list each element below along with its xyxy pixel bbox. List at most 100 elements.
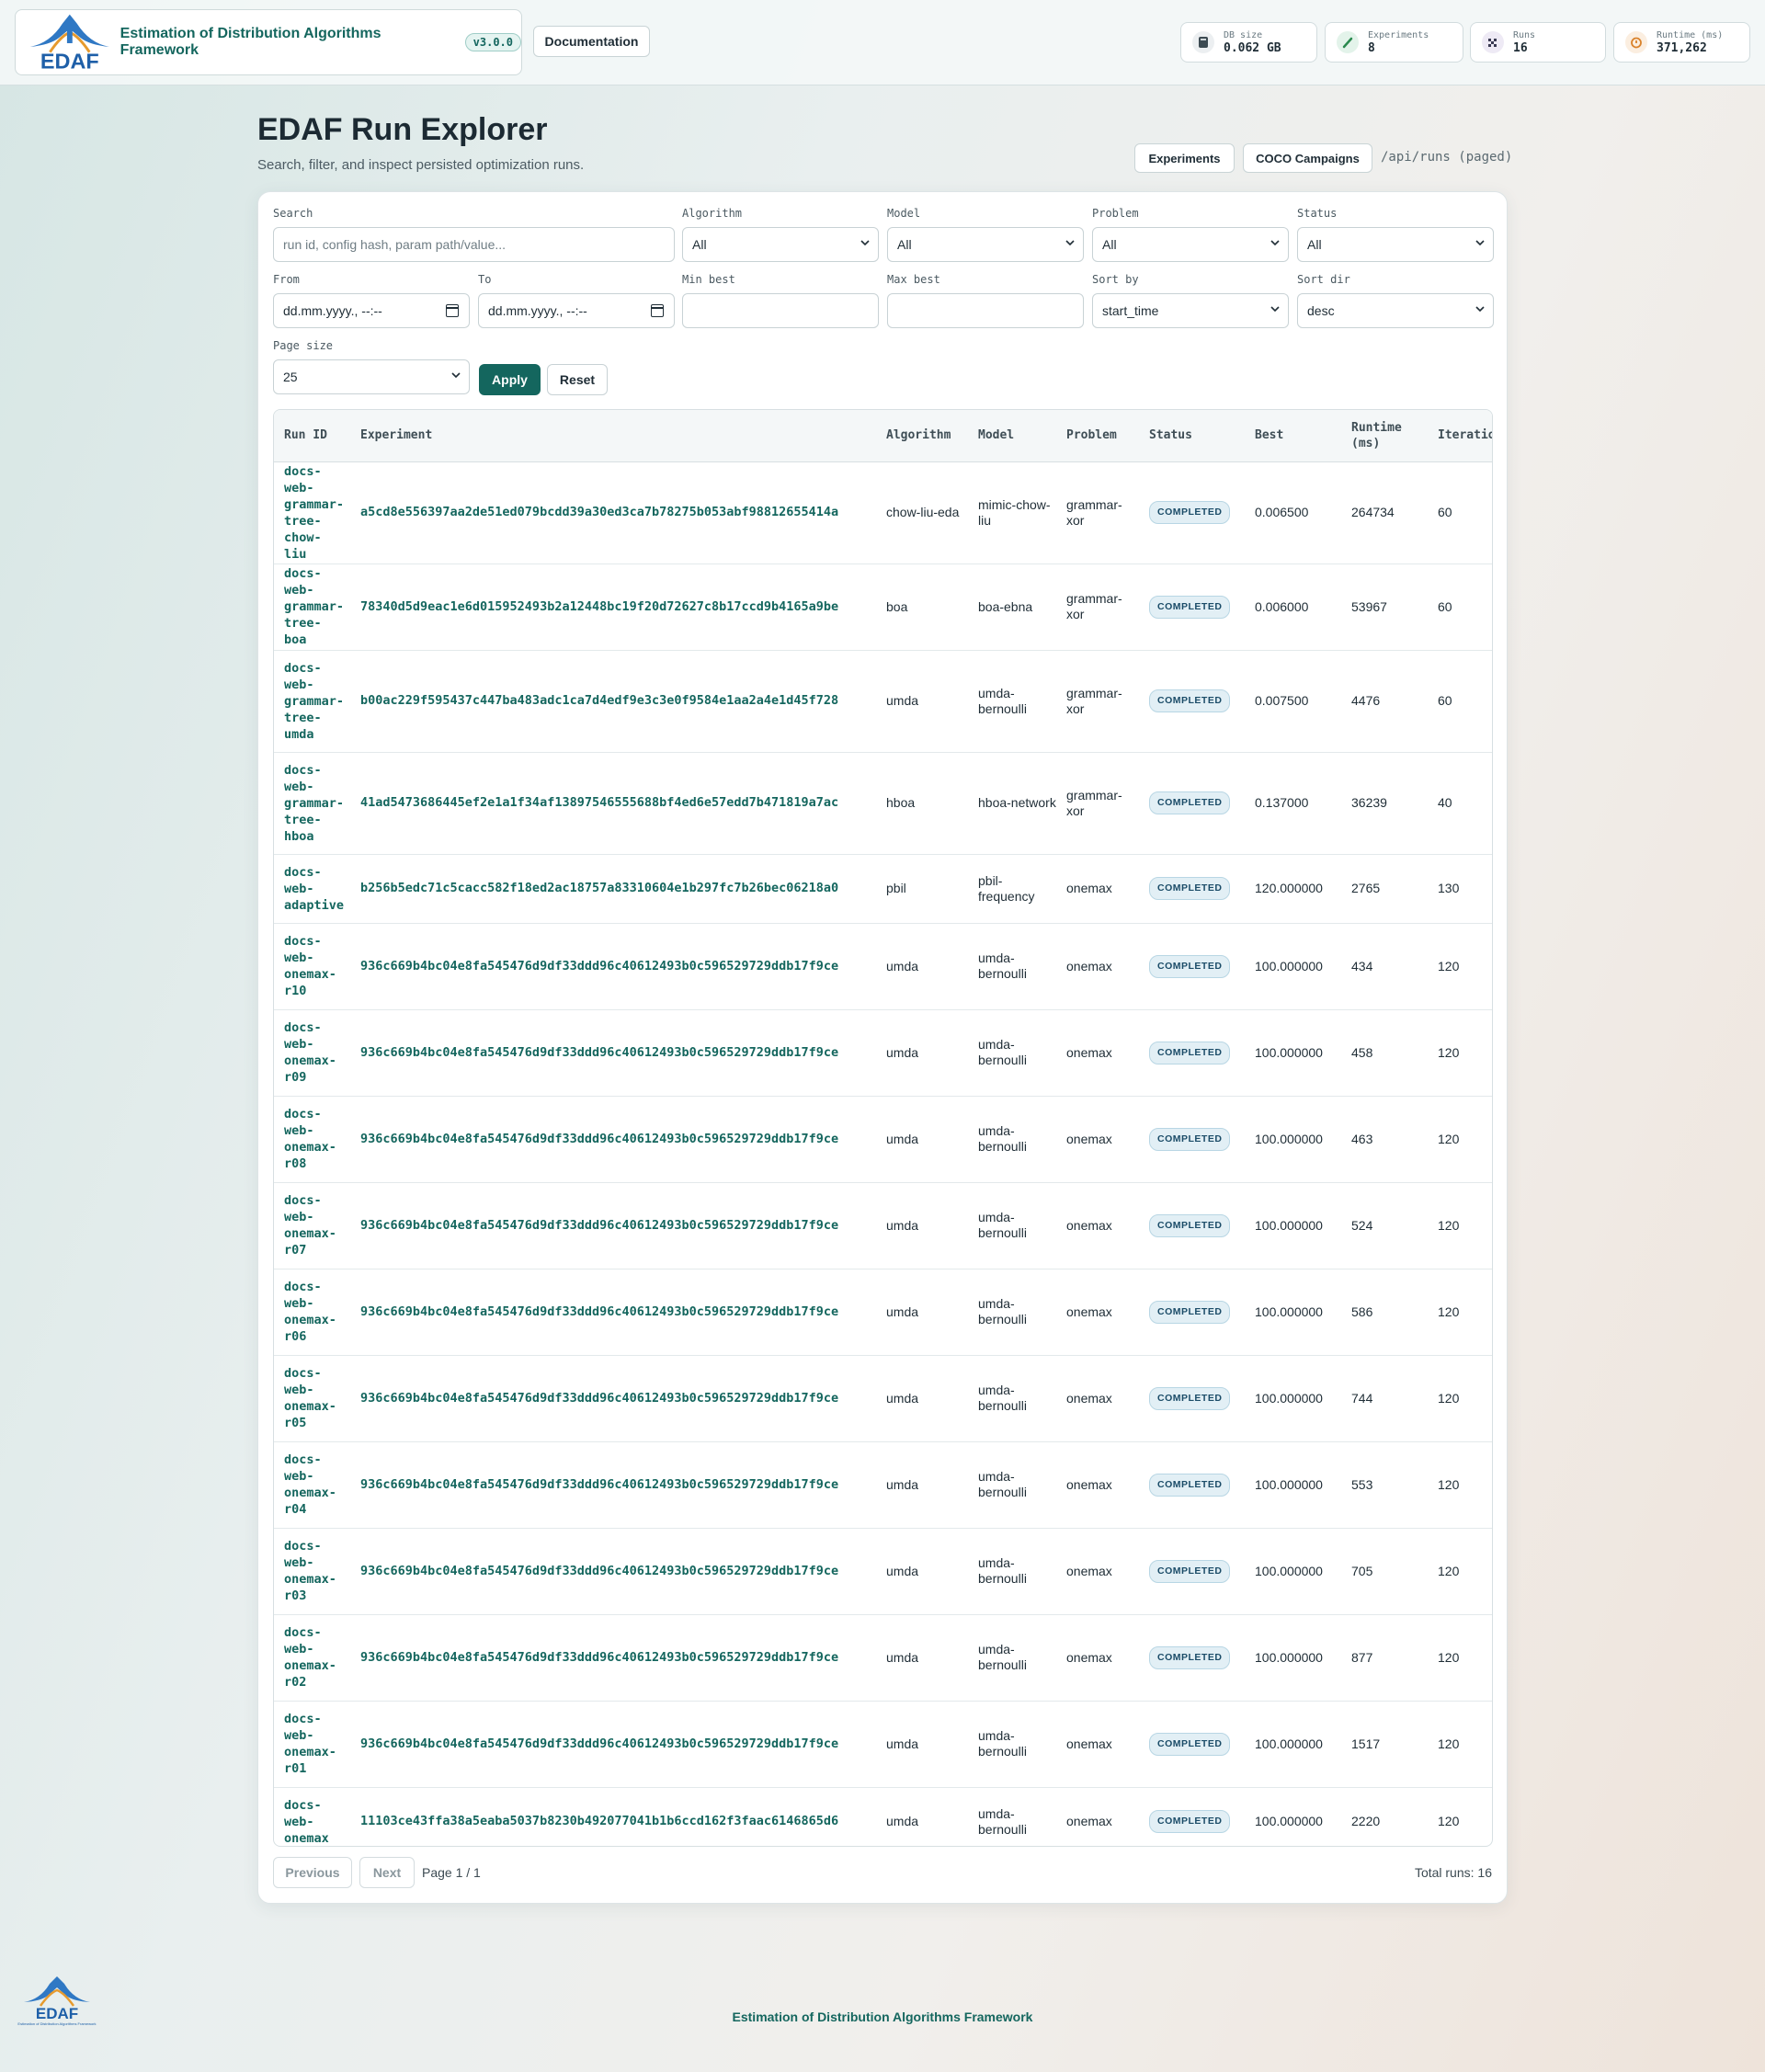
experiment-link[interactable]: 936c669b4bc04e8fa545476d9df33ddd96c40612… xyxy=(358,1441,876,1529)
experiment-link[interactable]: 936c669b4bc04e8fa545476d9df33ddd96c40612… xyxy=(358,1269,876,1356)
max-best-input[interactable] xyxy=(887,293,1084,328)
run-id-link[interactable]: docs-web-onemax-r03 xyxy=(274,1528,358,1615)
status-cell: COMPLETED xyxy=(1139,1355,1245,1442)
apply-button[interactable]: Apply xyxy=(479,364,541,395)
to-label: To xyxy=(478,273,492,286)
model-cell: hboa-network xyxy=(968,752,1056,855)
column-header-best[interactable]: Best xyxy=(1245,410,1341,462)
column-header-iterations[interactable]: Iterations xyxy=(1428,410,1492,462)
experiment-link[interactable]: 41ad5473686445ef2e1a1f34af13897546555688… xyxy=(358,752,876,855)
algorithm-select[interactable]: All xyxy=(682,227,879,262)
run-id-link[interactable]: docs-web-onemax-r02 xyxy=(274,1614,358,1702)
run-id-link[interactable]: docs-web-onemax xyxy=(274,1787,358,1846)
experiment-link[interactable]: 936c669b4bc04e8fa545476d9df33ddd96c40612… xyxy=(358,1614,876,1702)
table-row[interactable]: docs-web-onemax-r10 936c669b4bc04e8fa5454… xyxy=(274,923,1492,1010)
model-cell: mimic-chow-liu xyxy=(968,461,1056,564)
reset-button[interactable]: Reset xyxy=(547,364,608,395)
runtime-cell: 524 xyxy=(1341,1182,1428,1269)
run-id-link[interactable]: docs-web-grammar-tree-umda xyxy=(274,650,358,753)
experiment-link[interactable]: 936c669b4bc04e8fa545476d9df33ddd96c40612… xyxy=(358,1355,876,1442)
problem-select[interactable]: All xyxy=(1092,227,1289,262)
run-id-link[interactable]: docs-web-onemax-r09 xyxy=(274,1009,358,1097)
table-row[interactable]: docs-web-onemax-r05 936c669b4bc04e8fa5454… xyxy=(274,1355,1492,1442)
iterations-cell: 120 xyxy=(1428,1441,1492,1529)
runs-table-container[interactable]: Run ID Experiment Algorithm Model Proble… xyxy=(273,409,1493,1847)
column-header-status[interactable]: Status xyxy=(1139,410,1245,462)
sort-dir-select[interactable]: desc xyxy=(1297,293,1494,328)
experiment-link[interactable]: 936c669b4bc04e8fa545476d9df33ddd96c40612… xyxy=(358,1182,876,1269)
column-header-model[interactable]: Model xyxy=(968,410,1056,462)
experiment-link[interactable]: 78340d5d9eac1e6d015952493b2a12448bc19f20… xyxy=(358,564,876,651)
status-select[interactable]: All xyxy=(1297,227,1494,262)
experiment-link[interactable]: 936c669b4bc04e8fa545476d9df33ddd96c40612… xyxy=(358,1701,876,1788)
experiment-link[interactable]: a5cd8e556397aa2de51ed079bcdd39a30ed3ca7b… xyxy=(358,461,876,564)
problem-cell: onemax xyxy=(1056,1701,1139,1788)
column-header-experiment[interactable]: Experiment xyxy=(358,410,876,462)
experiment-link[interactable]: b00ac229f595437c447ba483adc1ca7d4edf9e3c… xyxy=(358,650,876,753)
model-select[interactable]: All xyxy=(887,227,1084,262)
documentation-button[interactable]: Documentation xyxy=(533,26,650,57)
algorithm-cell: umda xyxy=(876,1701,968,1788)
run-id-link[interactable]: docs-web-grammar-tree-chow-liu xyxy=(274,461,358,564)
run-id-link[interactable]: docs-web-grammar-tree-hboa xyxy=(274,752,358,855)
table-row[interactable]: docs-web-onemax-r04 936c669b4bc04e8fa5454… xyxy=(274,1441,1492,1529)
model-value: All xyxy=(897,237,912,252)
column-header-runtime[interactable]: Runtime (ms) xyxy=(1341,410,1428,462)
calendar-icon[interactable] xyxy=(446,304,459,317)
experiment-link[interactable]: 11103ce43ffa38a5eaba5037b8230b492077041b… xyxy=(358,1787,876,1846)
status-cell: COMPLETED xyxy=(1139,1182,1245,1269)
column-header-problem[interactable]: Problem xyxy=(1056,410,1139,462)
stat-value: 0.062 GB xyxy=(1224,40,1281,55)
table-row[interactable]: docs-web-grammar-tree-chow-liu a5cd8e5563… xyxy=(274,461,1492,564)
status-cell: COMPLETED xyxy=(1139,1787,1245,1846)
experiment-link[interactable]: 936c669b4bc04e8fa545476d9df33ddd96c40612… xyxy=(358,1528,876,1615)
run-id-link[interactable]: docs-web-adaptive xyxy=(274,854,358,924)
experiment-link[interactable]: 936c669b4bc04e8fa545476d9df33ddd96c40612… xyxy=(358,1009,876,1097)
table-row[interactable]: docs-web-grammar-tree-umda b00ac229f59543… xyxy=(274,650,1492,753)
experiments-button[interactable]: Experiments xyxy=(1134,143,1235,173)
table-row[interactable]: docs-web-onemax-r01 936c669b4bc04e8fa5454… xyxy=(274,1701,1492,1788)
table-row[interactable]: docs-web-adaptive b256b5edc71c5cacc582f18… xyxy=(274,854,1492,924)
experiment-link[interactable]: 936c669b4bc04e8fa545476d9df33ddd96c40612… xyxy=(358,923,876,1010)
table-row[interactable]: docs-web-onemax-r03 936c669b4bc04e8fa5454… xyxy=(274,1528,1492,1615)
status-cell: COMPLETED xyxy=(1139,923,1245,1010)
table-row[interactable]: docs-web-grammar-tree-boa 78340d5d9eac1e6… xyxy=(274,564,1492,651)
column-header-run-id[interactable]: Run ID xyxy=(274,410,358,462)
run-id-link[interactable]: docs-web-onemax-r07 xyxy=(274,1182,358,1269)
table-row[interactable]: docs-web-onemax-r02 936c669b4bc04e8fa5454… xyxy=(274,1614,1492,1702)
run-id-link[interactable]: docs-web-onemax-r06 xyxy=(274,1269,358,1356)
table-row[interactable]: docs-web-onemax-r06 936c669b4bc04e8fa5454… xyxy=(274,1269,1492,1356)
table-row[interactable]: docs-web-onemax 11103ce43ffa38a5eaba5037b… xyxy=(274,1787,1492,1846)
run-id-link[interactable]: docs-web-onemax-r05 xyxy=(274,1355,358,1442)
best-cell: 0.006500 xyxy=(1245,461,1341,564)
chevron-down-icon xyxy=(860,240,870,246)
page-size-select[interactable]: 25 xyxy=(273,359,470,394)
run-id-link[interactable]: docs-web-onemax-r10 xyxy=(274,923,358,1010)
experiment-link[interactable]: 936c669b4bc04e8fa545476d9df33ddd96c40612… xyxy=(358,1096,876,1183)
table-row[interactable]: docs-web-onemax-r08 936c669b4bc04e8fa5454… xyxy=(274,1096,1492,1183)
from-date-input[interactable]: dd.mm.yyyy., --:-- xyxy=(273,293,470,328)
to-date-input[interactable]: dd.mm.yyyy., --:-- xyxy=(478,293,675,328)
run-id-link[interactable]: docs-web-onemax-r01 xyxy=(274,1701,358,1788)
sort-by-select[interactable]: start_time xyxy=(1092,293,1289,328)
previous-button[interactable]: Previous xyxy=(273,1857,352,1888)
experiment-link[interactable]: b256b5edc71c5cacc582f18ed2ac18757a833106… xyxy=(358,854,876,924)
brand[interactable]: EDAF Estimation of Distribution Algorith… xyxy=(15,9,522,75)
run-id-link[interactable]: docs-web-onemax-r04 xyxy=(274,1441,358,1529)
column-header-algorithm[interactable]: Algorithm xyxy=(876,410,968,462)
table-row[interactable]: docs-web-onemax-r07 936c669b4bc04e8fa5454… xyxy=(274,1182,1492,1269)
run-id-link[interactable]: docs-web-onemax-r08 xyxy=(274,1096,358,1183)
best-cell: 100.000000 xyxy=(1245,1787,1341,1846)
run-id-link[interactable]: docs-web-grammar-tree-boa xyxy=(274,564,358,651)
calendar-icon[interactable] xyxy=(651,304,664,317)
coco-campaigns-button[interactable]: COCO Campaigns xyxy=(1243,143,1372,173)
table-row[interactable]: docs-web-grammar-tree-hboa 41ad5473686445… xyxy=(274,752,1492,855)
search-input[interactable]: run id, config hash, param path/value... xyxy=(273,227,675,262)
next-button[interactable]: Next xyxy=(359,1857,415,1888)
status-cell: COMPLETED xyxy=(1139,1096,1245,1183)
model-cell: umda-bernoulli xyxy=(968,1701,1056,1788)
stat-runtime: Runtime (ms) 371,262 xyxy=(1613,22,1750,63)
min-best-input[interactable] xyxy=(682,293,879,328)
logo-text: EDAF xyxy=(40,49,99,73)
table-row[interactable]: docs-web-onemax-r09 936c669b4bc04e8fa5454… xyxy=(274,1009,1492,1097)
